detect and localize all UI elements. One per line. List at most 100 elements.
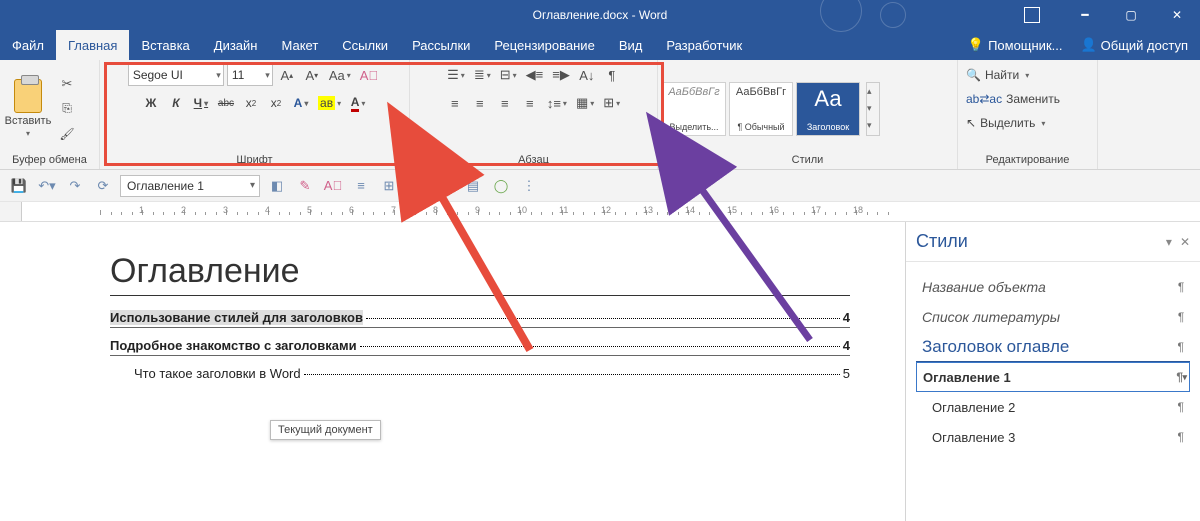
italic-button[interactable]: К xyxy=(165,92,187,114)
shrink-font-button[interactable]: A▾ xyxy=(301,64,323,86)
window-controls: ━ ▢ ✕ xyxy=(1012,0,1200,30)
bullets-button[interactable]: ☰ xyxy=(444,64,468,86)
pilcrow-icon: ¶ xyxy=(1178,340,1184,354)
tab-right-area: 💡Помощник... 👤Общий доступ xyxy=(968,37,1200,53)
close-button[interactable]: ✕ xyxy=(1154,0,1200,30)
editing-group-label: Редактирование xyxy=(962,153,1093,167)
share-button[interactable]: 👤Общий доступ xyxy=(1080,37,1188,53)
qat-btn-4[interactable]: ≡ xyxy=(350,175,372,197)
grow-font-button[interactable]: A▴ xyxy=(276,64,298,86)
horizontal-ruler[interactable]: 123456789101112131415161718 xyxy=(0,202,1200,222)
replace-button[interactable]: ab⇄acЗаменить xyxy=(962,88,1064,110)
align-center-button[interactable]: ≡ xyxy=(469,92,491,114)
numbering-button[interactable]: ≣ xyxy=(471,64,494,86)
subscript-button[interactable]: x2 xyxy=(240,92,262,114)
tab-review[interactable]: Рецензирование xyxy=(482,30,606,60)
tab-mailings[interactable]: Рассылки xyxy=(400,30,482,60)
change-case-button[interactable]: Aa xyxy=(326,64,354,86)
font-color-button[interactable]: A xyxy=(347,92,369,114)
ruler-corner xyxy=(0,202,22,221)
qat-btn-7[interactable]: ◫ xyxy=(434,175,456,197)
highlight-button[interactable]: aʙ xyxy=(315,92,344,114)
align-left-button[interactable]: ≡ xyxy=(444,92,466,114)
qat-btn-5[interactable]: ⊞ xyxy=(378,175,400,197)
tab-developer[interactable]: Разработчик xyxy=(654,30,754,60)
strikethrough-button[interactable]: abc xyxy=(215,92,237,114)
tab-view[interactable]: Вид xyxy=(607,30,655,60)
tab-references[interactable]: Ссылки xyxy=(330,30,400,60)
cut-button[interactable]: ✂ xyxy=(56,73,78,95)
styles-pane-title: Стили xyxy=(916,231,968,252)
style-gallery: АаБбВвГг Выделить... АаБбВвГг ¶ Обычный … xyxy=(662,82,860,136)
format-painter-button[interactable]: 🖌 xyxy=(56,123,78,145)
style-card-normal[interactable]: АаБбВвГг ¶ Обычный xyxy=(729,82,793,136)
ribbon-display-options-icon[interactable] xyxy=(1012,0,1052,30)
underline-button[interactable]: Ч xyxy=(190,92,212,114)
quick-access-toolbar: 💾 ↶▾ ↷ ⟳ Оглавление 1 ◧ ✎ A⃠ ≡ ⊞ ▦ ◫ ▤ ◯… xyxy=(0,170,1200,202)
qat-btn-3[interactable]: A⃠ xyxy=(322,175,344,197)
multilevel-button[interactable]: ⊟ xyxy=(497,64,520,86)
replace-icon: ab⇄ac xyxy=(966,92,1002,106)
tab-home[interactable]: Главная xyxy=(56,30,129,60)
show-marks-button[interactable]: ¶ xyxy=(601,64,623,86)
group-clipboard: Вставить ▾ ✂ ⎘ 🖌 Буфер обмена xyxy=(0,60,100,169)
qat-btn-10[interactable]: ⋮ xyxy=(518,175,540,197)
font-name-select[interactable]: Segoe UI xyxy=(128,64,224,86)
style-item[interactable]: Заголовок оглавле¶ xyxy=(916,332,1190,362)
style-item[interactable]: Оглавление 3¶ xyxy=(916,422,1190,452)
qat-btn-1[interactable]: ◧ xyxy=(266,175,288,197)
style-item[interactable]: Список литературы¶ xyxy=(916,302,1190,332)
shading-button[interactable]: ▦ xyxy=(573,92,597,114)
font-row-1: Segoe UI 11 A▴ A▾ Aa A⃠ xyxy=(128,64,381,86)
align-right-button[interactable]: ≡ xyxy=(494,92,516,114)
justify-button[interactable]: ≡ xyxy=(519,92,541,114)
save-button[interactable]: 💾 xyxy=(8,175,30,197)
tab-design[interactable]: Дизайн xyxy=(202,30,270,60)
text-effects-button[interactable]: A xyxy=(290,92,312,114)
title-bar: Оглавление.docx - Word ━ ▢ ✕ xyxy=(0,0,1200,30)
copy-button[interactable]: ⎘ xyxy=(56,98,78,120)
clear-formatting-button[interactable]: A⃠ xyxy=(357,64,381,86)
tell-me[interactable]: 💡Помощник... xyxy=(968,37,1063,53)
superscript-button[interactable]: x2 xyxy=(265,92,287,114)
bold-button[interactable]: Ж xyxy=(140,92,162,114)
line-spacing-button[interactable]: ↕≡ xyxy=(544,92,570,114)
qat-btn-2[interactable]: ✎ xyxy=(294,175,316,197)
paste-icon xyxy=(14,79,42,113)
minimize-button[interactable]: ━ xyxy=(1062,0,1108,30)
qat-btn-9[interactable]: ◯ xyxy=(490,175,512,197)
styles-body: АаБбВвГг Выделить... АаБбВвГг ¶ Обычный … xyxy=(662,64,953,153)
style-item-selected[interactable]: Оглавление 1¶ xyxy=(916,362,1190,392)
redo-button[interactable]: ↷ xyxy=(64,175,86,197)
document-area[interactable]: Оглавление Использование стилей для заго… xyxy=(0,222,905,521)
style-card-heading[interactable]: Аа Заголовок xyxy=(796,82,860,136)
qat-btn-8[interactable]: ▤ xyxy=(462,175,484,197)
tab-layout[interactable]: Макет xyxy=(269,30,330,60)
sort-button[interactable]: A↓ xyxy=(576,64,598,86)
styles-pane-close-icon[interactable]: ✕ xyxy=(1180,235,1190,249)
find-button[interactable]: 🔍Найти xyxy=(962,64,1033,86)
select-button[interactable]: ↖Выделить xyxy=(962,112,1049,134)
tab-file[interactable]: Файл xyxy=(0,30,56,60)
font-size-select[interactable]: 11 xyxy=(227,64,273,86)
styles-pane-options-icon[interactable]: ▾ xyxy=(1166,235,1172,249)
font-group-label: Шрифт xyxy=(104,153,405,167)
para-group-label: Абзац xyxy=(414,153,653,167)
qat-btn-6[interactable]: ▦ xyxy=(406,175,428,197)
style-item-label: Название объекта xyxy=(922,279,1046,295)
tab-insert[interactable]: Вставка xyxy=(129,30,201,60)
style-item[interactable]: Название объекта¶ xyxy=(916,272,1190,302)
style-item[interactable]: Оглавление 2¶ xyxy=(916,392,1190,422)
decrease-indent-button[interactable]: ◀≡ xyxy=(523,64,547,86)
style-selector[interactable]: Оглавление 1 xyxy=(120,175,260,197)
paste-button[interactable]: Вставить ▾ xyxy=(4,79,52,138)
toc-leader xyxy=(360,346,840,347)
style-card-select[interactable]: АаБбВвГг Выделить... xyxy=(662,82,726,136)
styles-gallery-scroll[interactable]: ▴▾▾ xyxy=(866,82,880,136)
borders-button[interactable]: ⊞ xyxy=(600,92,623,114)
maximize-button[interactable]: ▢ xyxy=(1108,0,1154,30)
increase-indent-button[interactable]: ≡▶ xyxy=(549,64,573,86)
repeat-button[interactable]: ⟳ xyxy=(92,175,114,197)
undo-button[interactable]: ↶▾ xyxy=(36,175,58,197)
toc-leader xyxy=(304,374,840,375)
